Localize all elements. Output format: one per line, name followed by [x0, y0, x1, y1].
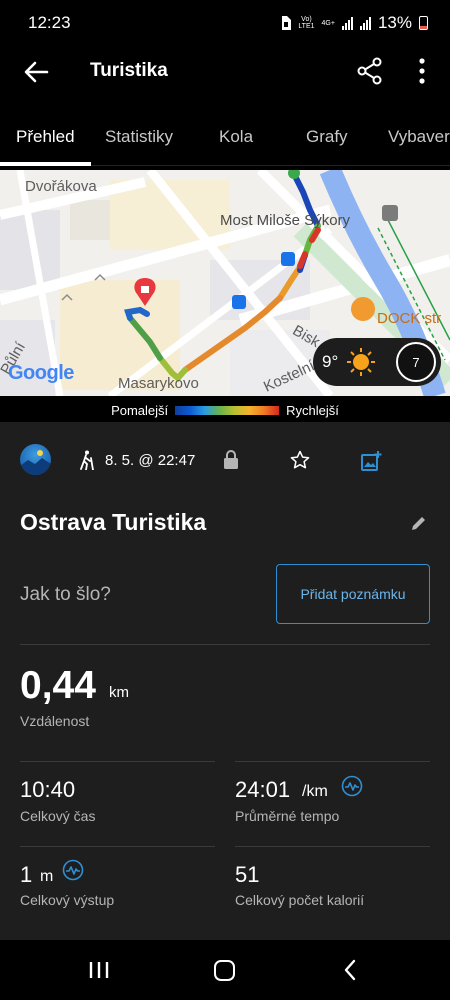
- ascent-chart-icon[interactable]: [62, 859, 84, 881]
- sim-icon: [282, 16, 292, 30]
- back-arrow-icon[interactable]: [20, 56, 52, 88]
- signal-icon-2: [359, 16, 371, 30]
- total-ascent-label: Celkový výstup: [20, 892, 115, 908]
- legend-faster: Rychlejší: [286, 402, 339, 418]
- tab-indicator: [0, 162, 91, 166]
- more-options-icon[interactable]: [412, 56, 432, 86]
- activity-meta: 8. 5. @ 22:47: [20, 444, 430, 476]
- star-icon[interactable]: [290, 450, 310, 470]
- avg-pace-value: 24:01: [235, 777, 291, 802]
- total-ascent-unit: m: [40, 868, 54, 885]
- net-gen-label: 4G+: [321, 19, 335, 27]
- status-time: 12:23: [28, 13, 71, 32]
- divider: [20, 644, 430, 645]
- add-note-button[interactable]: Přidat poznámku: [276, 564, 430, 624]
- lock-icon[interactable]: [223, 450, 239, 470]
- route-map[interactable]: Dvořákova Most Miloše Sýkory DOCK str Bi…: [0, 170, 450, 396]
- divider: [20, 761, 215, 762]
- wind-indicator: 7: [396, 342, 436, 382]
- total-time-value: 10:40: [20, 777, 76, 802]
- feedback-prompt: Jak to šlo?: [20, 584, 111, 605]
- app-bar: Turistika: [0, 46, 450, 98]
- speed-legend: Pomalejší Rychlejší: [0, 398, 450, 422]
- avg-pace-label: Průměrné tempo: [235, 808, 340, 824]
- tab-overview[interactable]: Přehled: [16, 127, 75, 147]
- divider: [20, 846, 215, 847]
- activity-summary: 8. 5. @ 22:47 Ostrava Turistika Jak to š…: [0, 422, 450, 940]
- distance-unit: km: [109, 684, 129, 701]
- tab-graphs[interactable]: Grafy: [306, 127, 348, 147]
- sun-icon: [347, 348, 376, 376]
- street-label: Masarykovo: [118, 375, 199, 392]
- recent-apps-icon[interactable]: [88, 961, 110, 979]
- calories-value: 51: [235, 862, 260, 887]
- calories-label: Celkový počet kalorií: [235, 892, 365, 908]
- poi-label: DOCK str: [377, 310, 442, 327]
- add-photo-icon[interactable]: [360, 450, 382, 472]
- speed-gradient: [175, 405, 280, 415]
- divider: [235, 846, 430, 847]
- battery-percent: 13%: [377, 13, 412, 32]
- divider: [235, 761, 430, 762]
- pace-chart-icon[interactable]: [341, 775, 363, 797]
- activity-title: Ostrava Turistika: [20, 509, 207, 535]
- home-icon[interactable]: [214, 960, 235, 981]
- distance-label: Vzdálenost: [20, 713, 90, 729]
- avatar[interactable]: [20, 444, 51, 475]
- street-label: Dvořákova: [25, 178, 97, 195]
- network-type: Vo) LTE1: [298, 16, 315, 30]
- edit-icon[interactable]: [410, 514, 428, 532]
- tab-laps[interactable]: Kola: [219, 127, 253, 147]
- legend-slower: Pomalejší: [111, 402, 169, 418]
- system-nav-bar: [0, 940, 450, 1000]
- battery-icon: [419, 16, 428, 30]
- weather-widget[interactable]: 9° 7: [313, 338, 441, 386]
- hiking-icon: [80, 450, 94, 470]
- status-bar: 12:23 Vo) LTE1 4G+ 13%: [0, 0, 450, 46]
- page-title: Turistika: [90, 60, 168, 81]
- share-icon[interactable]: [355, 56, 385, 86]
- poi-label: Most Miloše Sýkory: [220, 212, 351, 229]
- total-time-label: Celkový čas: [20, 808, 96, 824]
- weather-temp: 9°: [322, 352, 339, 371]
- tab-statistics[interactable]: Statistiky: [105, 127, 173, 147]
- status-icons: Vo) LTE1 4G+ 13%: [280, 13, 428, 33]
- tab-equipment[interactable]: Vybaver: [388, 127, 450, 147]
- activity-date: 8. 5. @ 22:47: [105, 452, 196, 469]
- signal-icon: [341, 16, 353, 30]
- nav-back-icon[interactable]: [342, 959, 358, 981]
- tab-bar: Přehled Statistiky Kola Grafy Vybaver: [0, 112, 450, 166]
- google-logo: Google: [8, 362, 74, 384]
- total-ascent-value: 1: [20, 862, 33, 887]
- avg-pace-unit: /km: [302, 783, 328, 800]
- distance-value: 0,44: [20, 664, 96, 707]
